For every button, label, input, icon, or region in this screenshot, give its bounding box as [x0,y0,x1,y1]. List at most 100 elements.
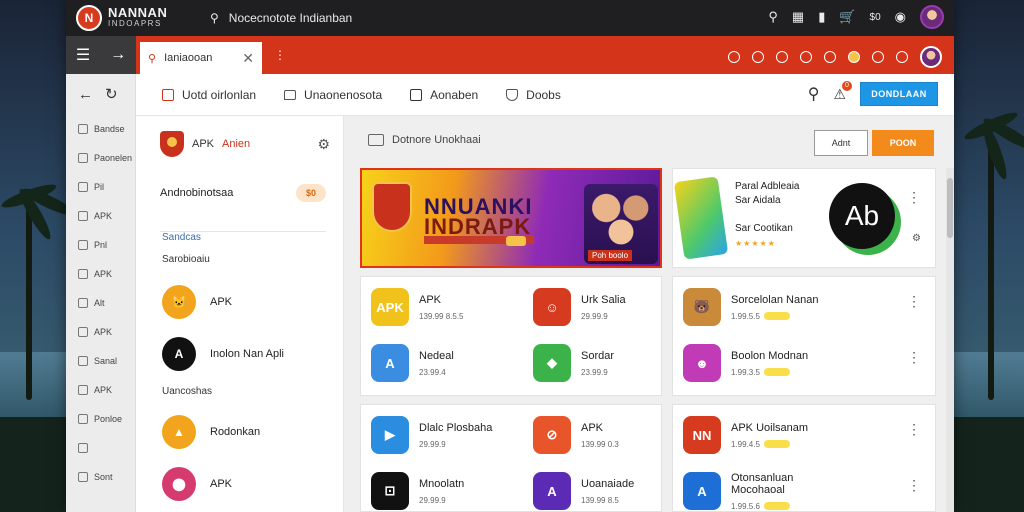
more-icon[interactable]: ⋮ [907,293,921,310]
app-tile[interactable]: ◆ Sordar 23.99.9 [533,341,683,385]
avatar[interactable] [920,46,942,68]
strip-item-label: APK [94,326,113,337]
brand-logo-icon[interactable]: N [76,5,102,31]
strip-item[interactable]: Sanal [66,346,135,375]
sidebar-app-item[interactable]: A Inolon Nan Apli [162,336,332,372]
more-icon[interactable]: ⋮ [274,48,286,62]
account-icon[interactable]: ◉ [895,9,906,25]
tab-active[interactable]: ⚲ Ianiaooan ✕ [140,42,262,74]
download-button[interactable]: DONDLAAN [860,82,938,106]
scrollbar-thumb[interactable] [947,178,953,238]
app-meta: 1.99.5.6 [731,502,833,511]
bookmark-icon[interactable]: ▮ [818,9,825,25]
downloads-icon[interactable] [752,51,764,63]
strip-item[interactable]: Pil [66,172,135,201]
rating-pill [763,368,790,376]
sidebar-app-item[interactable]: 🐱 APK [162,284,332,320]
more-icon[interactable]: ⋮ [907,349,921,366]
app-tile[interactable]: APK APK 139.99 8.5.5 [371,285,521,329]
settings-icon[interactable]: ⚙ [912,233,921,244]
sidebar-app-item[interactable]: ▲ Rodonkan [162,414,332,450]
app-tile[interactable]: ☻ Boolon Modnan 1.99.3.5 [683,341,833,385]
strip-item[interactable]: Pnl [66,230,135,259]
app-name: APK [581,422,619,434]
strip-item[interactable]: APK [66,317,135,346]
gear-icon[interactable]: ⚙ [317,136,330,153]
camera-icon: ⬤ [162,467,196,501]
nav-bar: ☰ → ⚲ Ianiaooan ✕ ⋮ [66,36,954,74]
app-icon: A [371,344,409,382]
avatar[interactable] [920,5,944,29]
strip-item[interactable]: Paonelen [66,143,135,172]
scrollbar[interactable] [946,168,954,512]
strip-item[interactable]: Sont [66,462,135,491]
strip-item-label: Bandse [94,123,125,134]
strip-item[interactable]: Ponloe [66,404,135,433]
app-tile[interactable]: A Otonsanluan Mocohaoal 1.99.5.6 [683,469,833,512]
grid-icon[interactable]: ▦ [792,9,804,25]
brand-subtitle: INDOAPRS [108,19,162,28]
app-icon: NN [683,416,721,454]
app-tile[interactable]: 🐻 Sorcelolan Nanan 1.99.5.5 [683,285,833,329]
app-name-text: Boolon Modnan [731,349,809,362]
sidebar-app-label: Rodonkan [210,426,261,438]
shield-icon [506,88,519,101]
close-icon[interactable]: ✕ [242,50,254,67]
tab-downloads[interactable]: Aonaben [396,74,492,116]
app-tile[interactable]: A Uoanaiade 139.99 8.5 [533,469,683,512]
strip-item[interactable]: APK [66,201,135,230]
app-icon: ⊡ [371,472,409,510]
settings-icon[interactable] [800,51,812,63]
balance-badge: $0 [296,183,326,202]
top-search-input[interactable]: ⚲ Nocecnotote Indianban [210,6,530,30]
more-icon[interactable]: ⋮ [907,477,921,494]
app-tile[interactable]: A Nedeal 23.99.4 [371,341,521,385]
forward-icon[interactable]: → [110,46,126,64]
app-name-text: Sorcelolan Nanan [731,293,819,306]
strip-item[interactable]: Bandse [66,114,135,143]
open-button[interactable]: POON [872,130,934,156]
history-icon[interactable] [728,51,740,63]
tab-security[interactable]: Doobs [492,74,575,116]
app-tile[interactable]: NN APK Uoilsanam 1.99.4.5 [683,413,833,457]
more-icon[interactable]: ⋮ [907,421,921,438]
strip-item[interactable]: Alt [66,288,135,317]
promo-card[interactable]: Paral Adbleaia Sar Aidala Sar Cootikan ★… [672,168,936,268]
profile-icon[interactable] [872,51,884,63]
app-meta: 1.99.3.5 [731,368,808,377]
cart-icon[interactable]: 🛒 [839,9,855,25]
sidebar-section-title-2: Uancoshas [162,386,213,397]
brand-name[interactable]: NANNAN INDOAPRS [108,6,167,29]
app-meta-text: 1.99.5.6 [731,501,760,511]
refresh-icon[interactable]: ↻ [105,85,118,103]
strip-item[interactable]: APK [66,375,135,404]
notification-icon[interactable]: ⚠ 0 [833,80,852,103]
add-button[interactable]: Adnt [814,130,868,156]
item-icon [78,471,88,482]
search-icon[interactable]: ⚲ [768,9,778,25]
strip-item[interactable]: APK [66,259,135,288]
tab-messages[interactable]: Unaonenosota [270,74,396,116]
app-card-1: APK APK 139.99 8.5.5 ☺ Urk Salia 29.99.9 A Nede… [360,276,662,396]
tab-home[interactable]: Uotd oirlonlan [136,74,270,116]
sidebar-item-balance[interactable]: Andnobinotsaa $0 [160,182,326,232]
item-icon [78,326,88,337]
extensions-icon[interactable] [776,51,788,63]
app-tile[interactable]: ☺ Urk Salia 29.99.9 [533,285,683,329]
app-tile[interactable]: ⊘ APK 139.99 0.3 [533,413,683,457]
strip-item[interactable] [66,433,135,462]
app-icon: ◆ [533,344,571,382]
back-icon[interactable]: ← [78,86,93,103]
power-icon[interactable] [896,51,908,63]
refresh-icon[interactable] [824,51,836,63]
badge-icon[interactable] [848,51,860,63]
search-icon[interactable]: ⚲ [808,84,820,104]
app-name-text: Otonsanluan Mocohaoal [731,471,794,496]
app-tile[interactable]: ⊡ Mnoolatn 29.99.9 [371,469,521,512]
app-tile[interactable]: ▶ Dlalc Plosbaha 29.99.9 [371,413,521,457]
sidebar-app-item[interactable]: ⬤ APK [162,466,332,502]
menu-icon[interactable]: ☰ [76,45,90,65]
more-icon[interactable]: ⋮ [907,189,921,206]
featured-banner[interactable]: NNUANKI INDRAPK Poh boolo [360,168,662,268]
background-left [0,0,70,512]
